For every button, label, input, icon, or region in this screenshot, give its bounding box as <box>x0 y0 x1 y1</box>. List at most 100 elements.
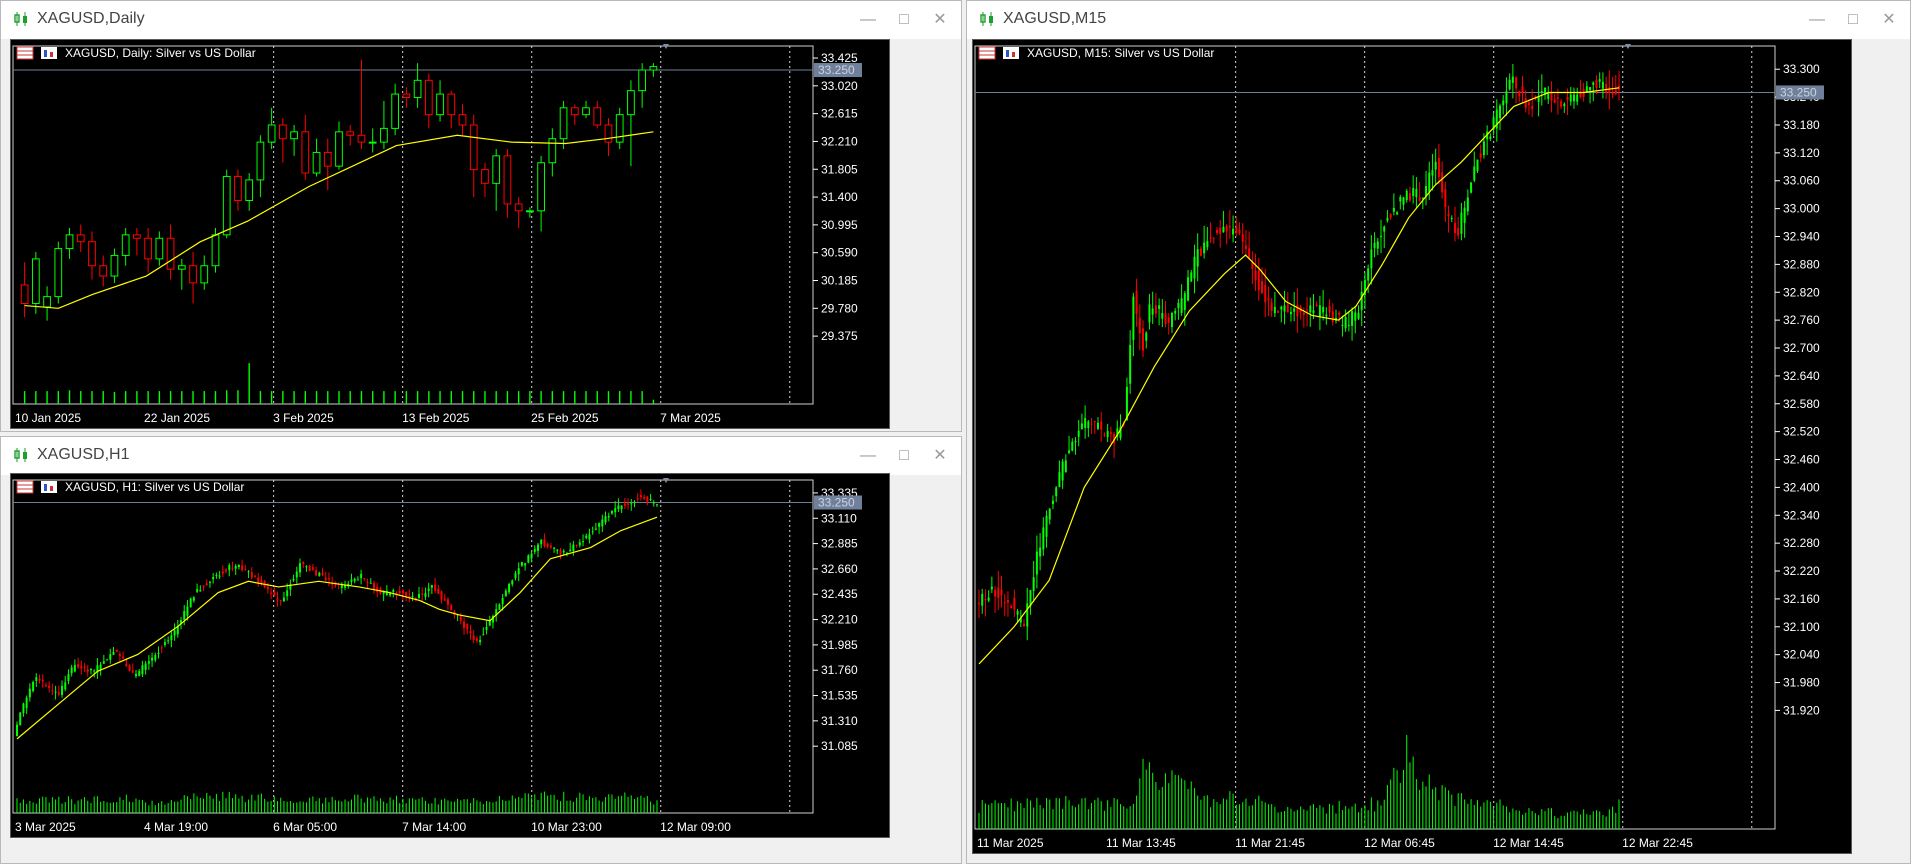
candle-body <box>1196 249 1199 267</box>
chart-svg: 11 Mar 2025 11 Mar 13:45 11 Mar 21:45 12 Ma… <box>974 44 1824 850</box>
candle-body <box>1566 97 1569 101</box>
candle-body <box>19 712 22 726</box>
minimize-button[interactable]: — <box>1804 9 1830 31</box>
candle-body <box>498 604 501 610</box>
candle-body <box>1572 94 1575 102</box>
table-icon <box>978 46 996 60</box>
chart-area-h1[interactable]: 3 Mar 2025 4 Mar 19:00 6 Mar 05:00 7 Mar 14… <box>10 473 890 838</box>
candle-body <box>1064 460 1067 473</box>
candle-body <box>1399 196 1402 202</box>
candle-body <box>118 654 121 656</box>
candle-body <box>35 677 38 681</box>
candle-body <box>64 682 67 690</box>
candle-body <box>1103 434 1106 436</box>
candle-body <box>131 670 134 673</box>
candle-body <box>1238 229 1241 234</box>
candle-body <box>292 578 295 581</box>
candle-body <box>1482 141 1485 156</box>
candle-body <box>1589 87 1592 91</box>
close-button[interactable]: ✕ <box>927 445 953 467</box>
candle-body <box>1039 547 1042 557</box>
candle-body <box>1106 431 1109 438</box>
candle-body <box>1068 450 1071 453</box>
candle-body <box>1598 79 1601 82</box>
candle-body <box>1193 256 1196 279</box>
minimize-button[interactable]: — <box>855 445 881 467</box>
window-title: XAGUSD,Daily <box>37 10 145 27</box>
candle-body <box>1235 227 1238 234</box>
chart-area-daily[interactable]: 10 Jan 2025 22 Jan 2025 3 Feb 2025 13 Feb 2… <box>10 39 890 429</box>
maximize-button[interactable]: □ <box>891 9 917 31</box>
candle-body <box>369 582 372 584</box>
window-titlebar[interactable]: XAGUSD,M15 — □ ✕ <box>967 1 1910 39</box>
candle-body <box>437 588 440 594</box>
candle-body <box>630 503 633 505</box>
candle-body <box>503 155 512 205</box>
candle-body <box>372 582 375 590</box>
chart-area-m15[interactable]: 11 Mar 2025 11 Mar 13:45 11 Mar 21:45 12 Ma… <box>972 39 1852 854</box>
candle-body <box>1383 226 1386 232</box>
candle-body <box>109 654 112 660</box>
candle-body <box>1286 304 1289 313</box>
close-button[interactable]: ✕ <box>1876 9 1902 31</box>
candle-body <box>1187 277 1190 301</box>
candle-body <box>353 578 356 582</box>
candle-body <box>1611 92 1614 95</box>
candle-body <box>1006 600 1009 603</box>
candle-body <box>1569 94 1572 102</box>
candle-body <box>1527 102 1530 106</box>
candle-body <box>253 575 256 577</box>
candle-body <box>218 575 221 577</box>
table-icon <box>16 480 34 494</box>
candle-body <box>290 131 298 140</box>
candle-body <box>32 681 35 692</box>
candle-body <box>155 237 164 260</box>
candle-body <box>610 511 613 514</box>
candle-body <box>1441 172 1444 193</box>
candle-body <box>73 664 76 672</box>
candle-body <box>1540 91 1543 93</box>
candle-body <box>436 93 444 116</box>
maximize-icon: □ <box>899 447 909 464</box>
candle-body <box>1309 305 1312 313</box>
candle-body <box>1283 305 1286 312</box>
candle-body <box>1473 166 1476 181</box>
candle-body <box>1499 105 1502 119</box>
candle-body <box>225 569 228 572</box>
time-tick-label: 25 Feb 2025 <box>531 411 599 425</box>
candle-body <box>54 691 57 693</box>
candle-body <box>472 635 475 640</box>
candle-body <box>1605 84 1608 94</box>
maximize-button[interactable]: □ <box>891 445 917 467</box>
candle-body <box>93 670 96 672</box>
window-titlebar[interactable]: XAGUSD,H1 — □ ✕ <box>1 437 961 475</box>
candle-body <box>398 591 401 594</box>
candle-body <box>1051 500 1054 505</box>
candle-body <box>591 531 594 533</box>
candle-body <box>1380 235 1383 237</box>
candle-body <box>1129 344 1132 384</box>
price-tick-label: 32.520 <box>1783 425 1820 439</box>
candle-body <box>282 597 285 602</box>
maximize-button[interactable]: □ <box>1840 9 1866 31</box>
candle-body <box>1145 332 1148 341</box>
chart-type-icon <box>41 47 57 59</box>
chart-symbol-description: XAGUSD, M15: Silver vs US Dollar <box>1027 46 1214 60</box>
candle-body <box>601 519 604 527</box>
candle-body <box>208 581 211 583</box>
close-button[interactable]: ✕ <box>927 9 953 31</box>
minimize-button[interactable]: — <box>855 9 881 31</box>
candle-body <box>549 545 552 548</box>
time-tick-label: 7 Mar 2025 <box>660 411 721 425</box>
candle-body <box>189 265 197 284</box>
chart-type-icon <box>41 481 57 493</box>
window-titlebar[interactable]: XAGUSD,Daily — □ ✕ <box>1 1 961 39</box>
candle-body <box>112 651 115 655</box>
price-tick-label: 31.535 <box>821 689 858 703</box>
candle-body <box>346 131 355 136</box>
candle-body <box>1296 304 1299 317</box>
candle-body <box>530 553 533 559</box>
price-tick-label: 32.340 <box>1783 508 1820 522</box>
candle-body <box>186 606 189 616</box>
candles <box>20 59 658 404</box>
